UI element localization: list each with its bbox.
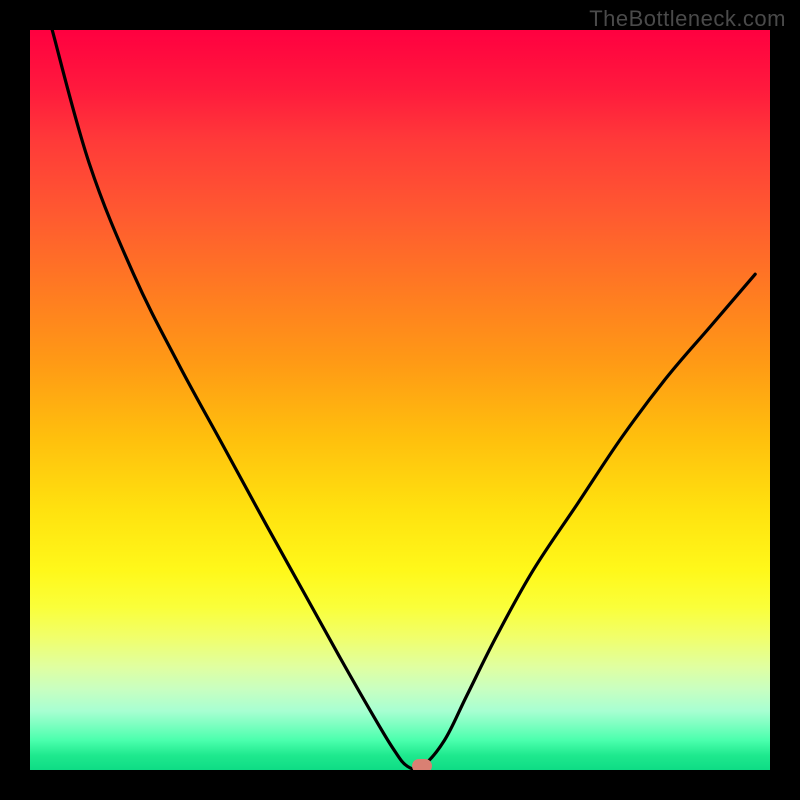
curve-svg	[30, 30, 770, 770]
plot-area	[30, 30, 770, 770]
watermark-text: TheBottleneck.com	[589, 6, 786, 32]
chart-frame: TheBottleneck.com	[0, 0, 800, 800]
optimal-point-marker	[412, 759, 432, 770]
bottleneck-curve	[52, 30, 755, 769]
